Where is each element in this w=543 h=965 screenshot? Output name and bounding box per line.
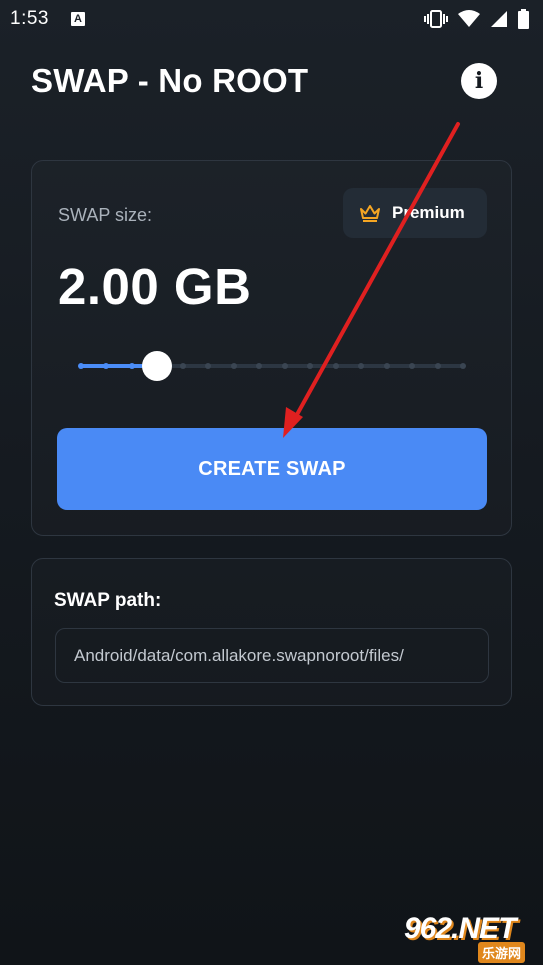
slider-step-dot xyxy=(383,363,390,369)
slider-step-dot xyxy=(128,363,135,369)
slider-step-dot xyxy=(179,363,186,369)
a-icon: A xyxy=(70,12,85,26)
swap-path-label: SWAP path: xyxy=(54,590,162,611)
slider-step-dot xyxy=(434,363,441,369)
wifi-icon xyxy=(458,10,480,27)
watermark-main: 962.NET xyxy=(404,912,516,945)
slider-step-dot xyxy=(256,363,263,369)
status-bar: 1:53 A xyxy=(0,0,543,38)
slider-step-dot xyxy=(307,363,314,369)
swap-size-card: SWAP size: Premium 2.00 GB CREATE SWAP xyxy=(31,160,512,536)
swap-path-card: SWAP path: Android/data/com.allakore.swa… xyxy=(31,558,512,706)
slider-step-dot xyxy=(358,363,365,369)
swap-size-value: 2.00 GB xyxy=(58,258,252,315)
battery-icon xyxy=(518,9,529,29)
watermark-sub: 乐游网 xyxy=(478,942,526,963)
watermark-logo: 962.NET 乐游网 xyxy=(404,912,542,964)
slider-step-dot xyxy=(409,363,416,369)
vibrate-icon xyxy=(424,10,448,28)
slider-step-dot xyxy=(78,363,84,369)
slider-step-dot xyxy=(281,363,288,369)
app-title: SWAP - No ROOT xyxy=(31,62,309,99)
premium-label: Premium xyxy=(392,203,465,222)
swap-size-slider[interactable] xyxy=(78,351,466,381)
crown-icon xyxy=(360,205,380,222)
status-time: 1:53 xyxy=(10,8,49,29)
slider-step-dot xyxy=(460,363,466,369)
slider-step-dot xyxy=(332,363,339,369)
slider-step-dot xyxy=(103,363,110,369)
swap-path-field[interactable]: Android/data/com.allakore.swapnoroot/fil… xyxy=(55,628,489,683)
create-swap-button[interactable]: CREATE SWAP xyxy=(57,428,487,510)
premium-button[interactable]: Premium xyxy=(343,188,487,238)
slider-step-dot xyxy=(230,363,237,369)
signal-icon xyxy=(491,11,507,27)
slider-thumb[interactable] xyxy=(142,351,173,381)
status-icons xyxy=(424,9,529,29)
info-icon[interactable]: i xyxy=(461,63,497,99)
swap-size-label: SWAP size: xyxy=(58,205,153,225)
slider-step-dot xyxy=(205,363,212,369)
